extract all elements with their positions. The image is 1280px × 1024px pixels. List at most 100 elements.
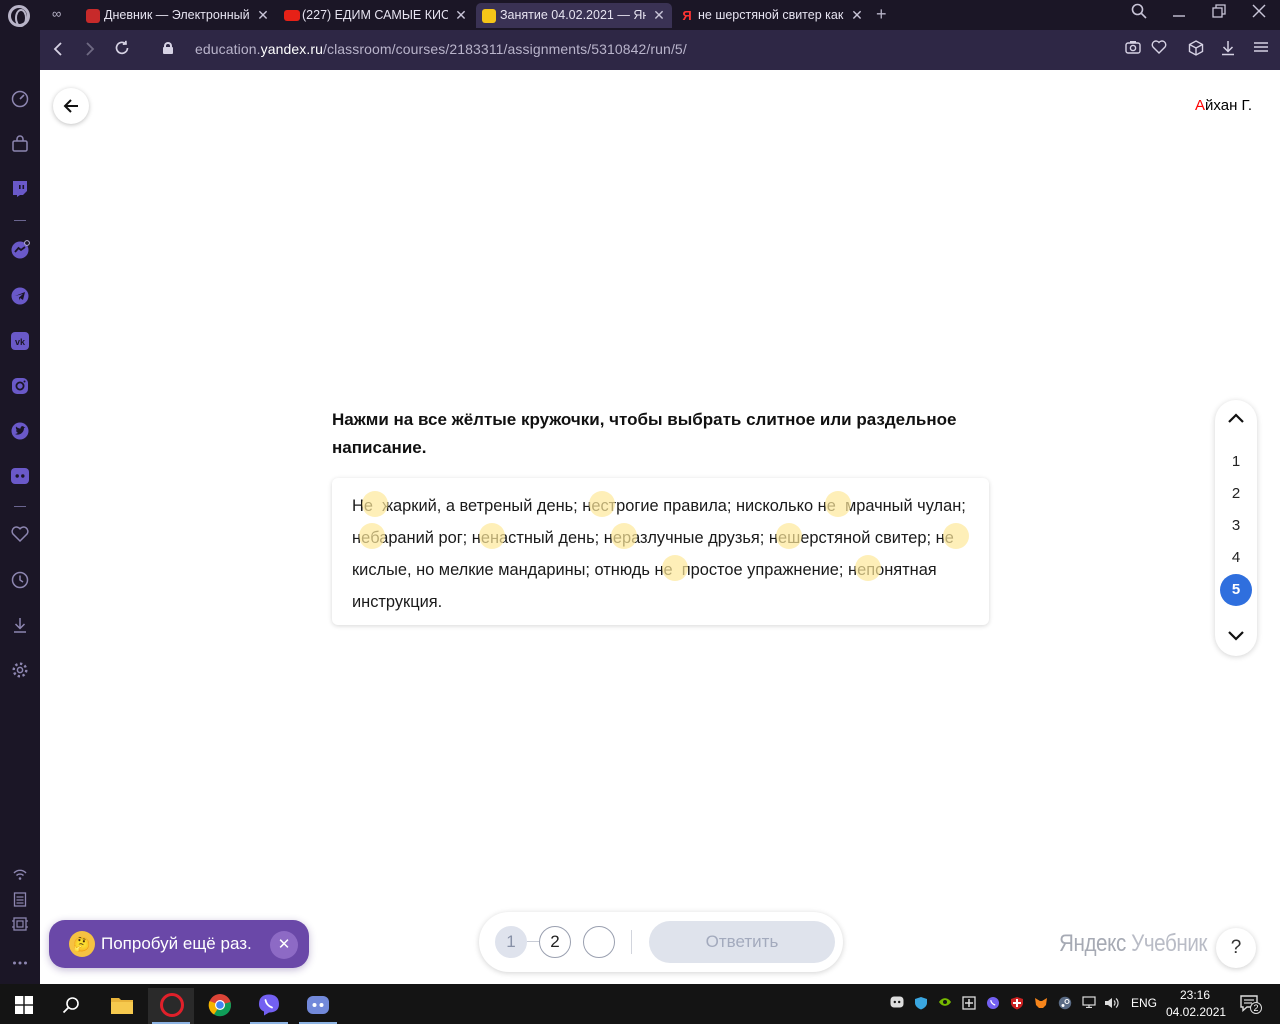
tab-close-icon[interactable]: ✕	[454, 3, 468, 28]
messenger-icon[interactable]	[10, 240, 30, 260]
task-number-1[interactable]: 1	[1220, 446, 1252, 478]
dnevnik-favicon-icon	[86, 9, 100, 23]
url-field[interactable]: education.yandex.ru/classroom/courses/21…	[195, 41, 687, 57]
reload-icon[interactable]	[110, 38, 134, 62]
opera-icon	[160, 993, 184, 1017]
heart-icon[interactable]	[1150, 40, 1168, 58]
windows-taskbar: ENG 23:16 04.02.2021 2	[0, 984, 1280, 1024]
tab-menu-icon[interactable]: ∞	[52, 7, 68, 20]
ne-particle-choice[interactable]: небараний рог;	[352, 523, 472, 549]
attempt-1[interactable]: 1	[495, 926, 527, 958]
browser-tab-strip: ∞ Дневник — Электронный ✕ (227) ЕДИМ САМ…	[0, 0, 1280, 30]
extensions-bag-icon[interactable]	[10, 135, 30, 155]
vpn-shield-tray-icon[interactable]	[913, 996, 929, 1012]
tab-close-icon[interactable]: ✕	[652, 3, 666, 28]
adblock-icon[interactable]	[10, 916, 30, 936]
twitch-icon[interactable]	[10, 180, 30, 200]
speed-dial-icon[interactable]	[10, 90, 30, 110]
opera-menu-icon[interactable]	[8, 5, 30, 27]
input-language[interactable]: ENG	[1131, 996, 1157, 1010]
task-number-5[interactable]: 5	[1220, 574, 1252, 606]
discord-taskbar-button[interactable]	[295, 988, 341, 1024]
tab-search-icon[interactable]	[1128, 3, 1150, 26]
sidebar-more-icon[interactable]	[10, 952, 30, 972]
ne-particle-choice[interactable]: не мрачный чулан;	[818, 491, 966, 517]
task-number-3[interactable]: 3	[1220, 510, 1252, 542]
history-clock-icon[interactable]	[10, 571, 30, 591]
viber-taskbar-button[interactable]	[246, 988, 292, 1024]
chrome-icon	[208, 994, 232, 1017]
attempt-connector	[527, 941, 539, 942]
yandex-uchebnik-logo: Яндекс Учебник	[1059, 930, 1207, 958]
easy-setup-menu-icon[interactable]	[1252, 40, 1270, 58]
back-button[interactable]	[53, 88, 89, 124]
help-button[interactable]: ?	[1216, 928, 1256, 968]
vpn-wifi-icon[interactable]	[10, 866, 30, 886]
ne-particle-choice[interactable]: ненастный день;	[472, 523, 604, 549]
user-initial: А	[1195, 97, 1206, 114]
metamask-tray-icon[interactable]	[1033, 996, 1049, 1012]
downloads-icon[interactable]	[10, 616, 30, 636]
tab-close-icon[interactable]: ✕	[850, 3, 864, 28]
restore-icon[interactable]	[1208, 3, 1230, 25]
toast-close-button[interactable]: ✕	[270, 931, 298, 959]
favorites-heart-icon[interactable]	[10, 526, 30, 546]
nvidia-tray-icon[interactable]	[937, 996, 953, 1012]
network-tray-icon[interactable]	[1081, 996, 1097, 1012]
chevron-down-icon[interactable]	[1226, 625, 1246, 645]
file-explorer-taskbar-button[interactable]	[98, 988, 144, 1024]
cube-icon[interactable]	[1187, 40, 1205, 58]
tab-youtube[interactable]: (227) ЕДИМ САМЫЕ КИСЛ ✕	[278, 3, 474, 28]
download-icon[interactable]	[1219, 40, 1237, 58]
discord-icon	[307, 996, 329, 1014]
submit-answer-button[interactable]: Ответить	[649, 921, 835, 963]
opera-taskbar-button[interactable]	[148, 988, 194, 1024]
ne-particle-choice[interactable]: нестрогие правила; нисколько	[582, 491, 813, 517]
close-window-icon[interactable]	[1248, 3, 1270, 25]
vk-icon[interactable]: vk	[10, 331, 30, 351]
thinking-face-icon: 🤔	[69, 931, 95, 957]
instagram-icon[interactable]	[10, 376, 30, 396]
forward-nav-icon[interactable]	[78, 38, 102, 62]
viber-tray-icon[interactable]	[985, 996, 1001, 1012]
opera-sidebar: vk	[0, 30, 40, 984]
ne-particle-choice[interactable]: неразлучные друзья;	[604, 523, 769, 549]
telegram-icon[interactable]	[10, 286, 30, 306]
camera-icon[interactable]	[1124, 40, 1142, 58]
attempts-panel: 1 2 Ответить	[479, 912, 843, 972]
ne-particle-choice[interactable]: не простое упражнение;	[654, 555, 848, 581]
discord-tray-icon[interactable]	[889, 996, 905, 1012]
attempt-2[interactable]: 2	[539, 926, 571, 958]
tab-title: Дневник — Электронный	[104, 8, 250, 22]
ne-particle-choice[interactable]: Не жаркий, а ветреный день;	[352, 491, 582, 517]
twitter-icon[interactable]	[10, 421, 30, 441]
user-name[interactable]: Айхан Г.	[1195, 97, 1252, 114]
settings-gear-icon[interactable]	[10, 661, 30, 681]
battery-saver-icon[interactable]	[10, 891, 30, 911]
steam-tray-icon[interactable]	[1057, 996, 1073, 1012]
task-number-2[interactable]: 2	[1220, 478, 1252, 510]
tab-yandex-search[interactable]: Я не шерстяной свитер как ✕	[674, 3, 870, 28]
search-taskbar-button[interactable]	[48, 988, 94, 1024]
sidebar-separator	[14, 506, 26, 507]
volume-tray-icon[interactable]	[1104, 996, 1120, 1012]
game-tray-icon[interactable]	[961, 996, 977, 1012]
chevron-up-icon[interactable]	[1226, 409, 1246, 429]
new-tab-button[interactable]: +	[876, 4, 887, 24]
tab-yandex-lesson[interactable]: Занятие 04.02.2021 — Янд ✕	[476, 3, 672, 28]
discord-icon[interactable]	[10, 466, 30, 486]
chrome-taskbar-button[interactable]	[197, 988, 243, 1024]
minimize-icon[interactable]	[1168, 3, 1190, 25]
back-nav-icon[interactable]	[46, 38, 70, 62]
task-number-4[interactable]: 4	[1220, 542, 1252, 574]
lock-icon[interactable]	[163, 42, 173, 54]
attempt-3[interactable]	[583, 926, 615, 958]
tab-close-icon[interactable]: ✕	[256, 3, 270, 28]
clock-time[interactable]: 23:16	[1180, 988, 1210, 1002]
notifications-icon[interactable]: 2	[1238, 994, 1262, 1014]
start-button[interactable]	[0, 988, 46, 1024]
clock-date[interactable]: 04.02.2021	[1166, 1005, 1226, 1019]
ne-particle-choice[interactable]: нешерстяной свитер;	[769, 523, 936, 549]
tab-dnevnik[interactable]: Дневник — Электронный ✕	[80, 3, 276, 28]
antivirus-tray-icon[interactable]	[1009, 996, 1025, 1012]
